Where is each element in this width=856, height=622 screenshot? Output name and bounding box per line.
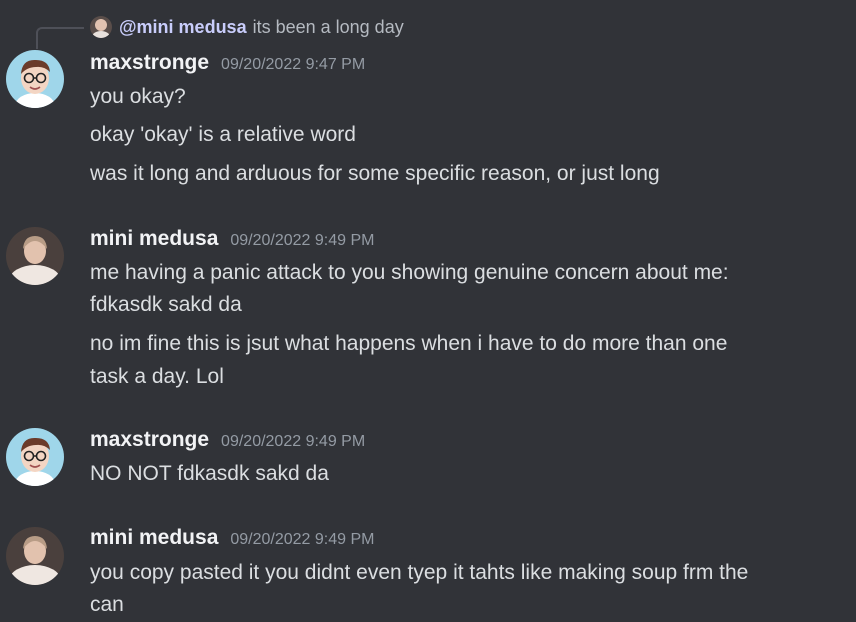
message-line: task a day. Lol [90, 365, 224, 388]
message-line: you okay? [90, 85, 186, 108]
message-line: was it long and arduous for some specifi… [90, 162, 660, 185]
reply-text: its been a long day [252, 16, 404, 37]
author-name[interactable]: maxstronge [90, 428, 209, 452]
timestamp: 09/20/2022 9:47 PM [221, 56, 366, 73]
avatar-maxstronge[interactable] [6, 50, 64, 108]
reply-author[interactable]: @mini medusa [119, 17, 247, 38]
message-line: me having a panic attack to you showing … [90, 261, 729, 284]
message-header: maxstronge 09/20/2022 9:49 PM [90, 428, 365, 456]
message-line: fdkasdk sakd da [90, 293, 242, 316]
message-header: maxstronge 09/20/2022 9:47 PM [90, 51, 365, 79]
message-line: you copy pasted it you didnt even tyep i… [90, 561, 749, 584]
author-name[interactable]: maxstronge [90, 51, 209, 75]
avatar-mini-medusa[interactable] [6, 227, 64, 285]
reply-avatar [90, 16, 112, 38]
reply-reference[interactable]: @mini medusa its been a long day [90, 15, 404, 39]
message-line: no im fine this is jsut what happens whe… [90, 332, 728, 355]
message-line: NO NOT fdkasdk sakd da [90, 462, 329, 485]
timestamp: 09/20/2022 9:49 PM [230, 531, 375, 548]
message-header: mini medusa 09/20/2022 9:49 PM [90, 526, 374, 554]
author-name[interactable]: mini medusa [90, 227, 218, 251]
timestamp: 09/20/2022 9:49 PM [221, 433, 366, 450]
author-name[interactable]: mini medusa [90, 526, 218, 550]
message-line: okay 'okay' is a relative word [90, 123, 356, 146]
message-header: mini medusa 09/20/2022 9:49 PM [90, 227, 374, 255]
message-line: can [90, 593, 124, 616]
avatar-maxstronge[interactable] [6, 428, 64, 486]
timestamp: 09/20/2022 9:49 PM [230, 232, 375, 249]
avatar-mini-medusa[interactable] [6, 527, 64, 585]
reply-connector [36, 27, 84, 49]
